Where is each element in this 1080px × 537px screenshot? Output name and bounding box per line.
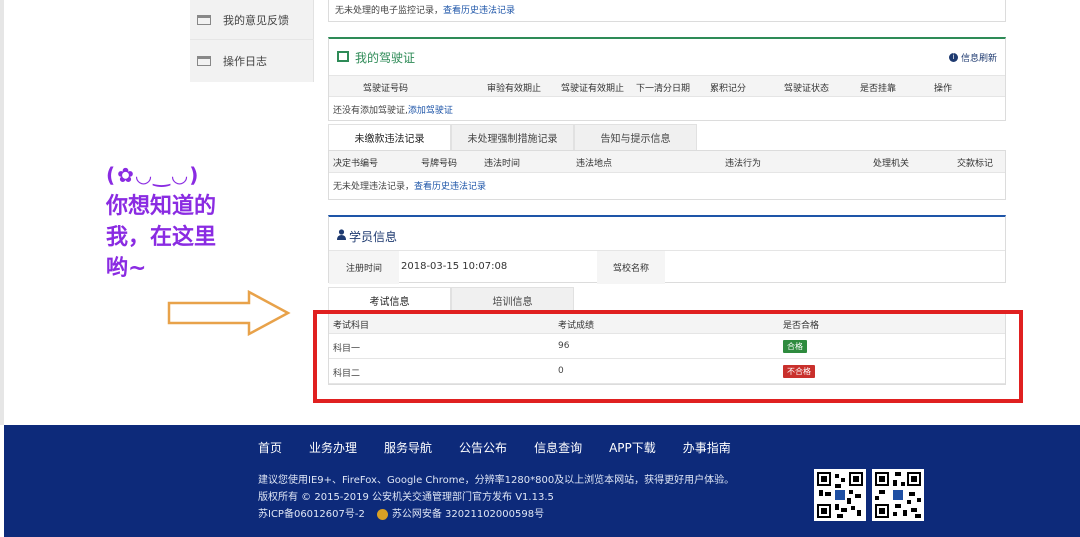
column-header: 操作 <box>934 84 953 94</box>
student-info-row: 注册时间 2018-03-15 10:07:08 驾校名称 <box>329 250 1005 284</box>
license-empty-text: 还没有添加驾驶证, <box>333 106 408 116</box>
police-badge-icon <box>376 508 388 520</box>
card-icon <box>337 51 349 62</box>
violation-table-header: 决定书编号 号牌号码 违法时间 违法地点 违法行为 处理机关 交款标记 <box>329 151 1005 173</box>
student-panel: 学员信息 注册时间 2018-03-15 10:07:08 驾校名称 <box>328 215 1006 284</box>
history-violation-link[interactable]: 查看历史违法记录 <box>414 182 486 192</box>
footer-nav: 首页 业务办理 服务导航 公告公布 信息查询 APP下载 办事指南 <box>258 439 758 456</box>
column-header: 是否挂靠 <box>860 84 897 94</box>
footer-link-app[interactable]: APP下载 <box>609 439 656 456</box>
school-name-label: 驾校名称 <box>597 251 665 284</box>
annotation-text: (✿◡‿◡) 你想知道的 我，在这里 哟~ <box>106 160 286 284</box>
footer-link-query[interactable]: 信息查询 <box>534 439 582 456</box>
tab-notices[interactable]: 告知与提示信息 <box>574 124 697 150</box>
info-icon: i <box>948 53 958 62</box>
license-panel-title: 我的驾驶证 <box>355 51 416 65</box>
annotation-line: 哟~ <box>106 256 147 281</box>
license-empty-row: 还没有添加驾驶证,添加驾驶证 <box>329 97 1005 121</box>
menu-item-label: 我的意见反馈 <box>223 13 289 27</box>
column-header: 累积记分 <box>710 84 747 94</box>
license-panel-header: 我的驾驶证 i 信息刷新 <box>329 39 1005 75</box>
student-panel-title: 学员信息 <box>349 230 398 244</box>
license-table-header: 驾驶证号码 审验有效期止 驾驶证有效期止 下一清分日期 累积记分 驾驶证状态 是… <box>329 75 1005 97</box>
record-tabs: 未缴款违法记录 未处理强制措施记录 告知与提示信息 <box>328 124 697 150</box>
refresh-label: 信息刷新 <box>960 54 997 64</box>
history-violation-link[interactable]: 查看历史违法记录 <box>443 6 515 16</box>
site-footer: 首页 业务办理 服务导航 公告公布 信息查询 APP下载 办事指南 建议您使用I… <box>4 425 1080 537</box>
copyright: 版权所有 © 2015-2019 公安机关交通管理部门官方发布 V1.13.5 <box>258 492 554 503</box>
annotation-line: 你想知道的 <box>106 194 217 219</box>
left-menu: 我的意见反馈 操作日志 <box>190 0 314 82</box>
footer-link-business[interactable]: 业务办理 <box>309 439 357 456</box>
footer-link-home[interactable]: 首页 <box>258 439 282 456</box>
column-header: 决定书编号 <box>333 159 379 169</box>
column-header: 驾驶证有效期止 <box>561 84 625 94</box>
column-header: 违法行为 <box>725 159 762 169</box>
refresh-button[interactable]: i 信息刷新 <box>948 51 997 64</box>
reg-time-value: 2018-03-15 10:07:08 <box>401 261 508 272</box>
icp-record[interactable]: 苏ICP备06012607号-2 <box>258 509 365 520</box>
menu-item-feedback[interactable]: 我的意见反馈 <box>190 0 314 40</box>
qr-code <box>872 469 924 521</box>
tab-enforcement-records[interactable]: 未处理强制措施记录 <box>451 124 574 150</box>
column-header: 处理机关 <box>873 159 910 169</box>
column-header: 交款标记 <box>957 159 994 169</box>
browser-note: 建议您使用IE9+、FireFox、Google Chrome，分辨率1280*… <box>258 475 735 486</box>
column-header: 违法时间 <box>484 159 521 169</box>
qr-code-icon <box>817 472 863 518</box>
document-icon <box>197 14 211 25</box>
annotation-line: 我，在这里 <box>106 225 217 250</box>
column-header: 号牌号码 <box>421 159 458 169</box>
menu-item-label: 操作日志 <box>223 55 267 68</box>
column-header: 审验有效期止 <box>487 84 542 94</box>
menu-item-operation-log[interactable]: 操作日志 <box>190 41 314 81</box>
document-icon <box>197 56 211 66</box>
footer-link-guide[interactable]: 办事指南 <box>683 439 731 456</box>
add-license-link[interactable]: 添加驾驶证 <box>408 106 453 116</box>
violation-table: 决定书编号 号牌号码 违法时间 违法地点 违法行为 处理机关 交款标记 无未处理… <box>328 150 1006 200</box>
license-panel: 我的驾驶证 i 信息刷新 驾驶证号码 审验有效期止 驾驶证有效期止 下一清分日期… <box>328 37 1006 121</box>
user-icon <box>337 229 346 240</box>
violation-empty-row: 无未处理违法记录，查看历史违法记录 <box>329 173 1005 197</box>
police-record[interactable]: 苏公网安备 32021102000598号 <box>392 509 544 520</box>
violation-empty-text: 无未处理违法记录， <box>333 182 415 192</box>
annotation-face: (✿◡‿◡) <box>106 163 201 187</box>
column-header: 驾驶证号码 <box>363 84 409 94</box>
record-info: 苏ICP备06012607号-2 苏公网安备 32021102000598号 <box>258 505 544 520</box>
footer-link-service[interactable]: 服务导航 <box>384 439 432 456</box>
tab-unpaid-violations[interactable]: 未缴款违法记录 <box>328 124 451 150</box>
no-monitor-text: 无未处理的电子监控记录， <box>335 6 444 16</box>
reg-time-label: 注册时间 <box>329 251 399 284</box>
qr-code-icon <box>875 472 921 518</box>
left-edge-bar <box>0 0 4 425</box>
arrow-right-icon <box>167 290 291 336</box>
highlight-box <box>313 310 1023 403</box>
footer-link-announcements[interactable]: 公告公布 <box>459 439 507 456</box>
column-header: 违法地点 <box>576 159 613 169</box>
column-header: 驾驶证状态 <box>784 84 830 94</box>
qr-code <box>814 469 866 521</box>
column-header: 下一清分日期 <box>636 84 691 94</box>
monitor-record-strip: 无未处理的电子监控记录，查看历史违法记录 <box>328 0 1006 22</box>
